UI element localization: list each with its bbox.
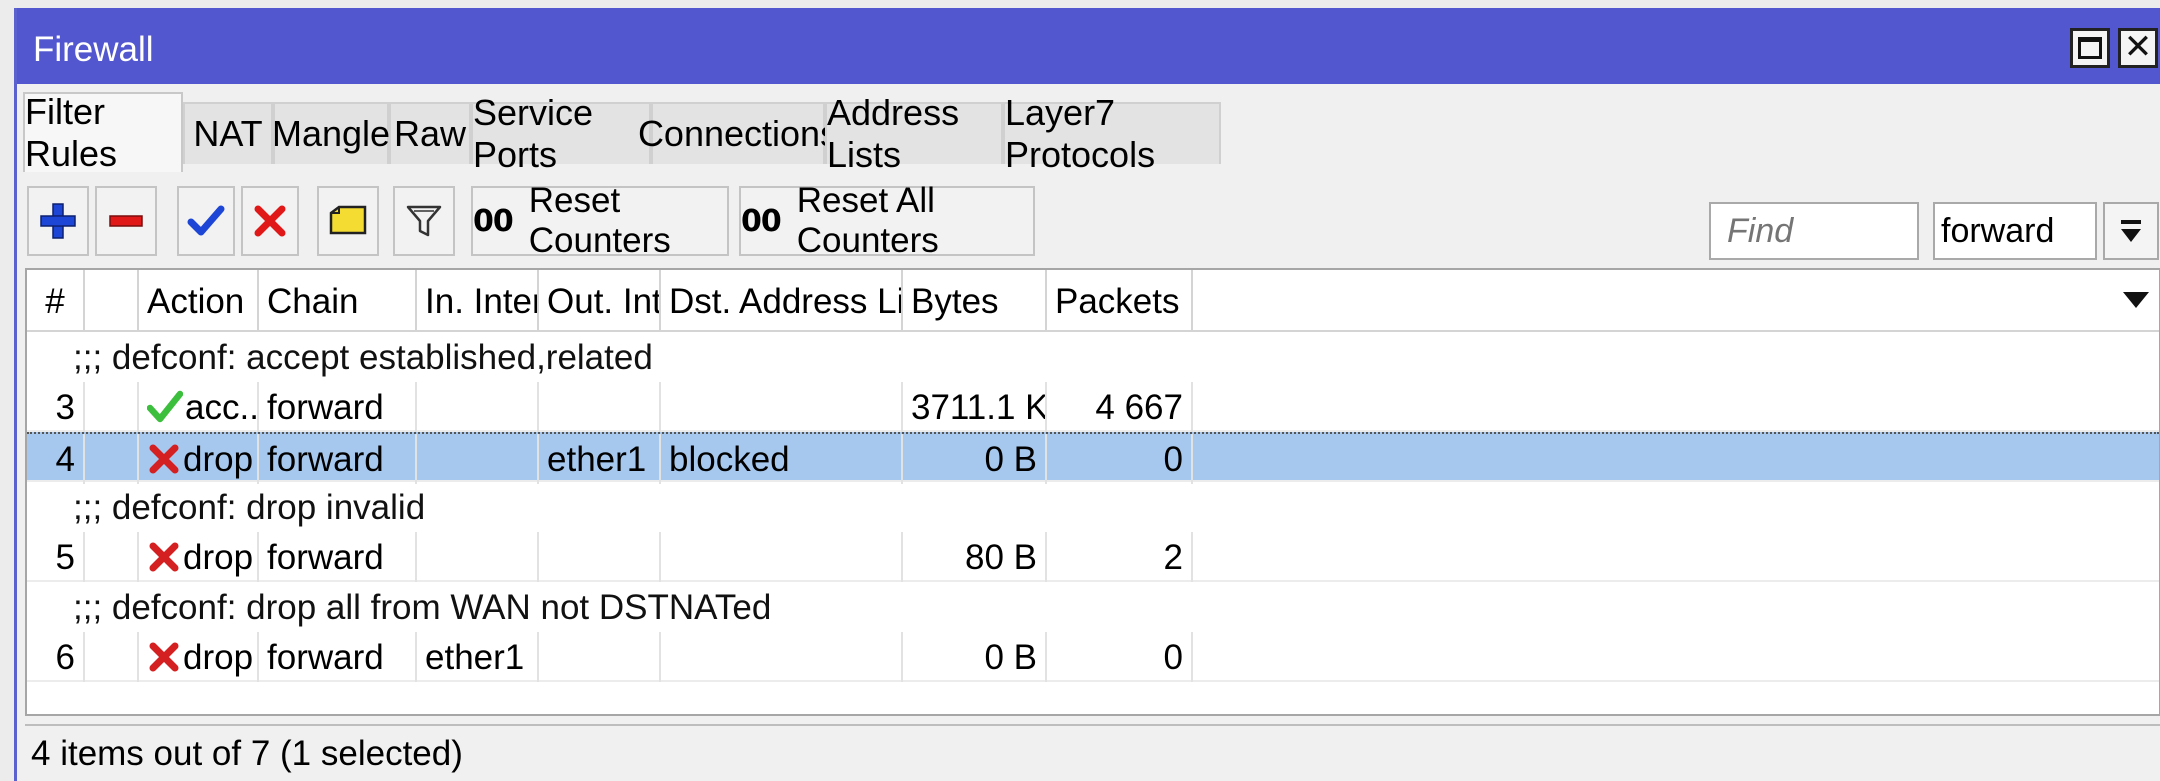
counters-icon: 00 [741, 203, 782, 239]
cell-flags [85, 434, 139, 484]
maximize-button[interactable] [2070, 28, 2110, 68]
toolbar: 00 Reset Counters 00 Reset All Counters … [17, 176, 2160, 262]
add-button[interactable] [27, 186, 89, 256]
cell-packets: 4 667 [1047, 382, 1193, 432]
chain-filter-select[interactable]: forward [1933, 202, 2097, 260]
drop-x-icon [149, 542, 179, 572]
check-icon [187, 205, 225, 236]
cell-dst-address-list [661, 632, 903, 682]
counters-icon: 00 [473, 203, 514, 239]
cell-chain: forward [259, 434, 417, 484]
cell-out-interface [539, 382, 661, 432]
tab-service-ports[interactable]: Service Ports [471, 92, 651, 175]
column-header-blank[interactable] [85, 270, 139, 330]
cell-bytes: 80 B [903, 532, 1047, 582]
tab-address-lists[interactable]: Address Lists [825, 92, 1003, 175]
reset-counters-button[interactable]: 00 Reset Counters [471, 181, 729, 260]
column-header-in-interface[interactable]: In. Inter... [417, 270, 539, 330]
chain-filter-dropdown-button[interactable] [2103, 202, 2159, 260]
find-input[interactable] [1709, 202, 1919, 260]
drop-x-icon [149, 444, 179, 474]
table-row[interactable]: 5 drop forward 80 B 2 [27, 532, 2159, 582]
cell-action: drop [139, 434, 259, 484]
remove-button[interactable] [95, 186, 157, 256]
column-header-action[interactable]: Action [139, 270, 259, 330]
cell-flags [85, 632, 139, 682]
cell-packets: 0 [1047, 434, 1193, 484]
column-header-dst-address-list[interactable]: Dst. Address List [661, 270, 903, 330]
dropdown-arrow-icon [2121, 220, 2141, 242]
plus-icon [40, 203, 76, 239]
table-row[interactable]: 6 drop forward ether1 0 B 0 [27, 632, 2159, 682]
disable-button[interactable] [241, 186, 299, 256]
cell-chain: forward [259, 382, 417, 432]
title-bar[interactable]: Firewall ✕ [17, 8, 2160, 84]
cell-chain: forward [259, 532, 417, 582]
cell-out-interface [539, 532, 661, 582]
table-header: # Action Chain In. Inter... Out. Int... … [27, 270, 2159, 332]
cell-bytes: 0 B [903, 434, 1047, 484]
cell-action: drop [139, 632, 259, 682]
status-bar: 4 items out of 7 (1 selected) [25, 724, 2160, 781]
cell-in-interface [417, 434, 539, 484]
tab-bar: Filter Rules NAT Mangle Raw Service Port… [17, 91, 2160, 175]
comment-row[interactable]: ;;; defconf: drop invalid [27, 482, 2159, 532]
cell-action: acc... [139, 382, 259, 432]
reset-all-counters-button[interactable]: 00 Reset All Counters [739, 181, 1035, 260]
tab-nat[interactable]: NAT [183, 102, 273, 164]
enable-button[interactable] [177, 186, 235, 256]
cell-number: 6 [27, 632, 85, 682]
cell-packets: 0 [1047, 632, 1193, 682]
cell-in-interface: ether1 [417, 632, 539, 682]
cell-bytes: 3711.1 KiB [903, 382, 1047, 432]
cell-flags [85, 382, 139, 432]
cell-number: 5 [27, 532, 85, 582]
maximize-icon [2078, 37, 2102, 59]
column-menu-arrow-icon[interactable] [2121, 288, 2151, 312]
funnel-icon [406, 205, 442, 237]
accept-check-icon [147, 390, 183, 422]
cell-in-interface [417, 532, 539, 582]
firewall-window: Firewall ✕ Filter Rules NAT Mangle Raw S… [14, 8, 2160, 781]
rules-table: # Action Chain In. Inter... Out. Int... … [25, 268, 2160, 716]
cell-bytes: 0 B [903, 632, 1047, 682]
drop-x-icon [149, 642, 179, 672]
tab-raw[interactable]: Raw [389, 102, 471, 164]
status-text: 4 items out of 7 (1 selected) [31, 734, 463, 773]
cell-number: 4 [27, 434, 85, 484]
close-icon: ✕ [2123, 28, 2153, 66]
cell-in-interface [417, 382, 539, 432]
cell-dst-address-list [661, 532, 903, 582]
cell-dst-address-list [661, 382, 903, 432]
cell-packets: 2 [1047, 532, 1193, 582]
cell-action: drop [139, 532, 259, 582]
close-button[interactable]: ✕ [2118, 28, 2158, 68]
table-row-selected[interactable]: 4 drop forward ether1 blocked 0 B 0 [27, 432, 2159, 484]
minus-icon [109, 215, 143, 227]
tab-filter-rules[interactable]: Filter Rules [23, 91, 183, 174]
column-header-out-interface[interactable]: Out. Int... [539, 270, 661, 330]
comment-button[interactable] [317, 186, 379, 256]
cell-flags [85, 532, 139, 582]
comment-row[interactable]: ;;; defconf: drop all from WAN not DSTNA… [27, 582, 2159, 632]
column-header-number[interactable]: # [27, 270, 85, 330]
tab-connections[interactable]: Connections [638, 102, 838, 164]
comment-row[interactable]: ;;; defconf: accept established,related [27, 332, 2159, 382]
cell-number: 3 [27, 382, 85, 432]
cell-chain: forward [259, 632, 417, 682]
column-header-bytes[interactable]: Bytes [903, 270, 1047, 330]
column-header-packets[interactable]: Packets [1047, 270, 1193, 330]
tab-layer7-protocols[interactable]: Layer7 Protocols [1003, 92, 1221, 175]
window-title: Firewall [33, 30, 154, 69]
table-row[interactable]: 3 acc... forward 3711.1 KiB 4 667 [27, 382, 2159, 432]
cell-dst-address-list: blocked [661, 434, 903, 484]
note-icon [329, 205, 367, 235]
tab-mangle[interactable]: Mangle [272, 102, 390, 164]
filter-button[interactable] [393, 186, 455, 256]
column-header-chain[interactable]: Chain [259, 270, 417, 330]
x-icon [254, 205, 286, 237]
cell-out-interface [539, 632, 661, 682]
cell-out-interface: ether1 [539, 434, 661, 484]
